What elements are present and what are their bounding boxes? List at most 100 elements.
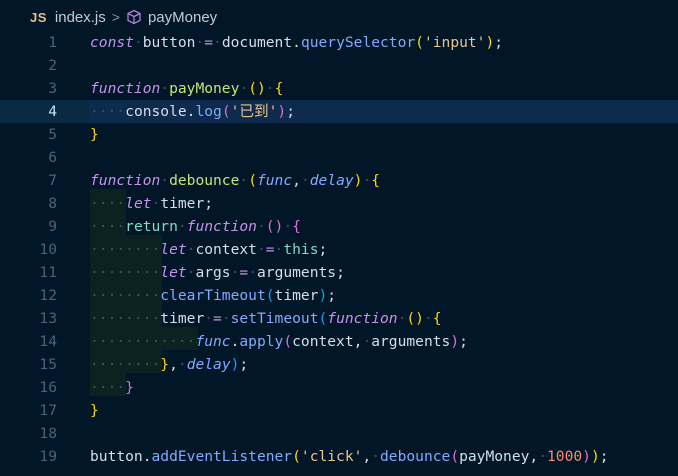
code-token: timer	[274, 287, 319, 304]
code-token: ,	[529, 448, 539, 465]
code-line[interactable]: 17}	[0, 399, 678, 422]
code-token: ·	[177, 356, 187, 373]
code-token: .	[142, 448, 152, 465]
code-token: delay	[309, 172, 354, 189]
code-token: ·	[239, 172, 249, 189]
code-token: ·	[538, 448, 547, 465]
line-number: 17	[39, 402, 57, 419]
code-token: ········	[90, 310, 161, 327]
code-text: ········let·context·=·this;	[90, 238, 327, 261]
code-token: console	[125, 103, 187, 120]
code-line[interactable]: 16 ····}	[0, 376, 678, 399]
code-token: ·	[177, 218, 187, 235]
line-number: 6	[48, 149, 57, 166]
code-token: ·	[239, 80, 249, 97]
code-token: func	[256, 172, 293, 189]
code-token: function	[327, 310, 398, 327]
code-line[interactable]: 5}	[0, 123, 678, 146]
code-token: )	[590, 448, 600, 465]
code-line[interactable]: 6	[0, 146, 678, 169]
code-line[interactable]: 8 ····let·timer;	[0, 192, 678, 215]
code-editor[interactable]: 1 const·button·=·document.querySelector('…	[0, 34, 678, 476]
line-number: 14	[39, 333, 57, 350]
code-token: ·	[133, 34, 143, 51]
line-number: 7	[48, 172, 57, 189]
code-line[interactable]: 9 ····return·function·()·{	[0, 215, 678, 238]
code-token: =	[239, 264, 249, 281]
code-token: ;	[239, 356, 249, 373]
code-token: ()	[265, 218, 284, 235]
code-text: ····let·timer;	[90, 192, 213, 215]
code-line[interactable]: 15 ········},·delay);	[0, 353, 678, 376]
code-text: }	[90, 123, 99, 146]
code-token: ·	[160, 80, 170, 97]
code-token: ()	[248, 80, 266, 97]
code-text: }	[90, 399, 99, 422]
code-token: ;	[204, 195, 214, 212]
code-token: querySelector	[300, 34, 416, 51]
code-text: ········let·args·=·arguments;	[90, 261, 345, 284]
code-token: ;	[327, 287, 337, 304]
code-token: )	[318, 287, 328, 304]
code-token: ············	[90, 333, 196, 350]
code-line[interactable]: 2	[0, 54, 678, 77]
code-token: ·	[283, 218, 293, 235]
code-line[interactable]: 10 ········let·context·=·this;	[0, 238, 678, 261]
code-token: '已到'	[230, 103, 278, 120]
code-token: )	[450, 333, 460, 350]
line-number: 16	[39, 379, 57, 396]
code-token: return	[125, 218, 178, 235]
code-token: function	[90, 80, 161, 97]
code-token: this	[283, 241, 319, 258]
breadcrumb-file[interactable]: index.js	[55, 9, 106, 26]
code-token: (	[248, 172, 257, 189]
code-token: .	[292, 34, 301, 51]
code-token: ········	[90, 287, 161, 304]
code-line[interactable]: 3 function·payMoney·()·{	[0, 77, 678, 100]
code-token: debounce	[169, 172, 240, 189]
code-token: let	[125, 195, 152, 212]
code-token: 'click'	[300, 448, 363, 465]
code-line[interactable]: 18	[0, 422, 678, 445]
code-line[interactable]: 11 ········let·args·=·arguments;	[0, 261, 678, 284]
code-token: (	[415, 34, 424, 51]
code-line[interactable]: 13 ········timer·=·setTimeout(function·()…	[0, 307, 678, 330]
code-token: arguments	[257, 264, 337, 281]
line-number: 18	[39, 425, 57, 442]
code-token: (	[450, 448, 460, 465]
code-token: {	[292, 218, 301, 235]
code-text: ········timer·=·setTimeout(function·()·{	[90, 307, 442, 330]
line-number: 5	[48, 126, 57, 143]
code-token: delay	[186, 356, 231, 373]
code-text: ········clearTimeout(timer);	[90, 284, 336, 307]
code-token: func	[195, 333, 231, 350]
code-text: ····return·function·()·{	[90, 215, 301, 238]
breadcrumb-symbol[interactable]: payMoney	[148, 9, 217, 26]
code-token: log	[195, 103, 222, 120]
code-token: }	[90, 126, 99, 143]
code-token: ;	[286, 103, 295, 120]
code-token: ,	[292, 172, 301, 189]
chevron-right-icon: >	[111, 9, 120, 25]
code-token: let	[160, 264, 187, 281]
code-text: ····console.log('已到');	[90, 100, 295, 123]
code-text: button.addEventListener('click',·debounc…	[90, 445, 609, 468]
code-token: =	[213, 310, 222, 327]
code-line[interactable]: 7 function·debounce·(func,·delay)·{	[0, 169, 678, 192]
code-token: ·	[256, 218, 266, 235]
code-line[interactable]: 19 button.addEventListener('click',·debou…	[0, 445, 678, 468]
code-line[interactable]: 14 ············func.apply(context,·argume…	[0, 330, 678, 353]
code-text: ············func.apply(context,·argument…	[90, 330, 468, 353]
code-line[interactable]: 1 const·button·=·document.querySelector('…	[0, 31, 678, 54]
code-line[interactable]: 4 ····console.log('已到');	[0, 100, 678, 123]
line-number: 2	[48, 57, 57, 74]
code-token: ;	[318, 241, 328, 258]
line-number: 8	[48, 195, 57, 212]
code-token: button	[142, 34, 196, 51]
code-token: payMoney	[459, 448, 530, 465]
code-token: ········	[90, 356, 161, 373]
code-token: ()	[406, 310, 424, 327]
code-line[interactable]: 12 ········clearTimeout(timer);	[0, 284, 678, 307]
code-token: )	[485, 34, 495, 51]
code-token: ·	[248, 264, 257, 281]
